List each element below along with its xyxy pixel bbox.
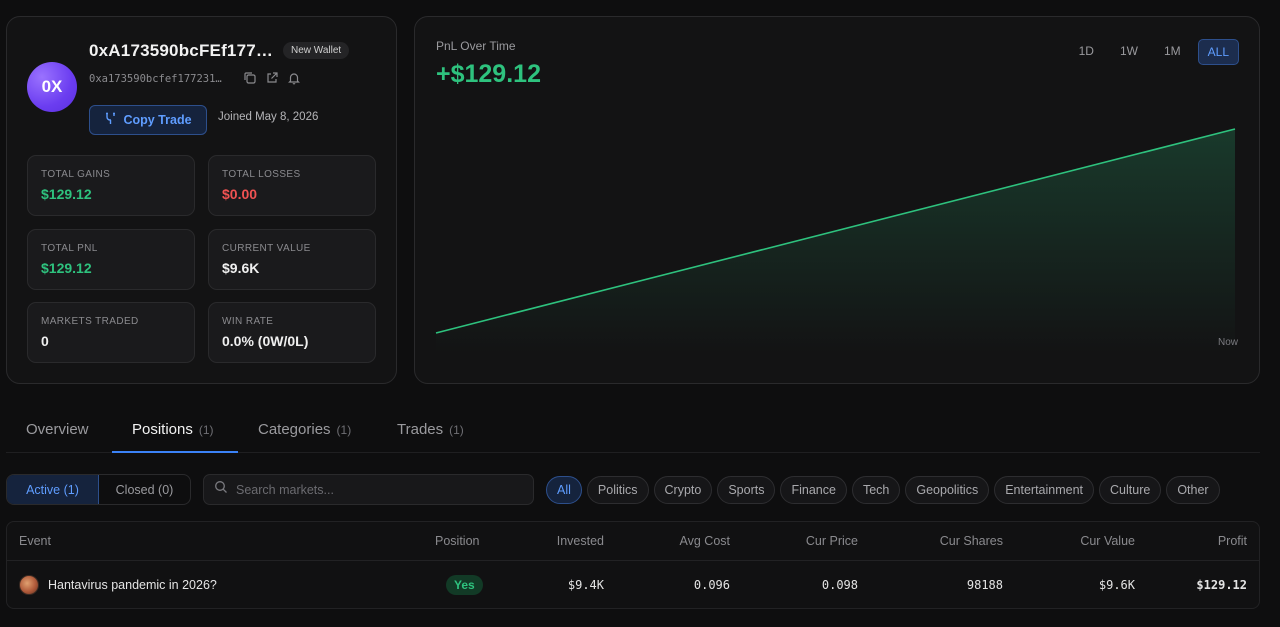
cur-price-cell: 0.098 (821, 578, 858, 592)
active-filter-button[interactable]: Active (1) (7, 475, 99, 504)
cur-value-cell: $9.6K (1098, 578, 1135, 592)
category-tech[interactable]: Tech (851, 476, 901, 504)
external-link-icon[interactable] (265, 71, 279, 85)
category-sports[interactable]: Sports (717, 476, 776, 504)
closed-filter-button[interactable]: Closed (0) (99, 475, 190, 504)
tab-count: (1) (449, 423, 464, 437)
copy-trade-button[interactable]: Copy Trade (89, 105, 207, 135)
pnl-chart (435, 128, 1236, 353)
category-geopolitics[interactable]: Geopolitics (905, 476, 990, 504)
tab-overview[interactable]: Overview (6, 411, 109, 453)
copy-trade-label: Copy Trade (123, 113, 192, 127)
bell-icon[interactable] (287, 71, 301, 85)
joined-date: Joined May 8, 2026 (218, 111, 319, 123)
category-all[interactable]: All (546, 476, 582, 504)
col-cur-shares: Cur Shares (939, 534, 1003, 548)
tab-label: Trades (397, 421, 444, 438)
event-cell[interactable]: Hantavirus pandemic in 2026? (19, 562, 217, 608)
x-axis-end-label: Now (1217, 337, 1238, 348)
pnl-value: +$129.12 (436, 60, 541, 88)
new-wallet-badge: New Wallet (283, 42, 350, 59)
col-event: Event (19, 534, 51, 548)
stat-markets-traded: MARKETS TRADED 0 (27, 302, 195, 363)
tab-trades[interactable]: Trades (1) (377, 411, 484, 453)
stat-current-value: CURRENT VALUE $9.6K (208, 229, 376, 290)
stat-value: 0.0% (0W/0L) (222, 333, 309, 349)
wallet-address: 0xa173590bcfef177231… (89, 73, 222, 85)
stat-win-rate: WIN RATE 0.0% (0W/0L) (208, 302, 376, 363)
tab-positions[interactable]: Positions (1) (112, 411, 238, 453)
stat-label: CURRENT VALUE (222, 243, 311, 254)
category-culture[interactable]: Culture (1099, 476, 1162, 504)
chart-title: PnL Over Time (436, 39, 516, 53)
tab-categories[interactable]: Categories (1) (238, 411, 371, 453)
status-toggle: Active (1) Closed (0) (6, 474, 191, 505)
tab-count: (1) (336, 423, 352, 437)
cur-shares-cell: 98188 (966, 578, 1003, 592)
copy-icon[interactable] (243, 71, 257, 85)
stat-label: MARKETS TRADED (41, 316, 139, 327)
wallet-name: 0xA173590bcFEf177… (89, 41, 274, 60)
stat-total-gains: TOTAL GAINS $129.12 (27, 155, 195, 216)
tab-label: Overview (26, 421, 89, 438)
positions-table: Event Position Invested Avg Cost Cur Pri… (6, 521, 1260, 609)
category-filters: All Politics Crypto Sports Finance Tech … (546, 476, 1220, 504)
search-input[interactable] (236, 482, 516, 497)
event-icon (19, 575, 39, 595)
range-1m[interactable]: 1M (1155, 39, 1190, 65)
tab-count: (1) (198, 423, 214, 437)
stat-value: $129.12 (41, 186, 92, 202)
tab-bar: Overview Positions (1) Categories (1) Trad… (6, 411, 1260, 453)
invested-cell: $9.4K (567, 578, 604, 592)
category-crypto[interactable]: Crypto (653, 476, 713, 504)
stat-label: WIN RATE (222, 316, 274, 327)
copy-trade-icon (104, 112, 117, 128)
category-politics[interactable]: Politics (586, 476, 649, 504)
avg-cost-cell: 0.096 (693, 578, 730, 592)
stat-value: 0 (41, 333, 49, 349)
col-avg-cost: Avg Cost (679, 534, 731, 548)
range-1w[interactable]: 1W (1111, 39, 1147, 65)
stat-label: TOTAL LOSSES (222, 169, 301, 180)
pnl-area (436, 129, 1235, 353)
category-other[interactable]: Other (1166, 476, 1220, 504)
table-header: Event Position Invested Avg Cost Cur Pri… (7, 522, 1259, 561)
pnl-chart-card: PnL Over Time +$129.12 1D 1W 1M ALL Now (414, 16, 1260, 384)
avatar: 0X (27, 62, 77, 112)
category-entertainment[interactable]: Entertainment (994, 476, 1095, 504)
search-icon (214, 480, 228, 499)
stat-value: $0.00 (222, 186, 258, 202)
stat-total-pnl: TOTAL PNL $129.12 (27, 229, 195, 290)
profit-cell: $129.12 (1196, 578, 1247, 592)
range-1d[interactable]: 1D (1070, 39, 1103, 65)
position-cell: Yes (446, 562, 483, 608)
position-badge: Yes (446, 575, 483, 595)
stat-total-losses: TOTAL LOSSES $0.00 (208, 155, 376, 216)
col-cur-price: Cur Price (805, 534, 858, 548)
category-finance[interactable]: Finance (780, 476, 847, 504)
search-box (203, 474, 534, 505)
stat-label: TOTAL PNL (41, 243, 98, 254)
col-profit: Profit (1217, 534, 1247, 548)
tab-label: Categories (258, 421, 331, 438)
profile-card: 0X 0xA173590bcFEf177… New Wallet 0xa1735… (6, 16, 397, 384)
range-selector: 1D 1W 1M ALL (1070, 39, 1239, 65)
col-invested: Invested (556, 534, 604, 548)
col-position: Position (435, 534, 480, 548)
col-cur-value: Cur Value (1080, 534, 1135, 548)
tab-label: Positions (132, 421, 193, 438)
range-all[interactable]: ALL (1197, 39, 1239, 65)
table-row[interactable]: Hantavirus pandemic in 2026? Yes $9.4K 0… (7, 562, 1259, 608)
stat-label: TOTAL GAINS (41, 169, 111, 180)
stat-value: $9.6K (222, 260, 260, 276)
event-title[interactable]: Hantavirus pandemic in 2026? (48, 578, 217, 592)
stat-value: $129.12 (41, 260, 92, 276)
